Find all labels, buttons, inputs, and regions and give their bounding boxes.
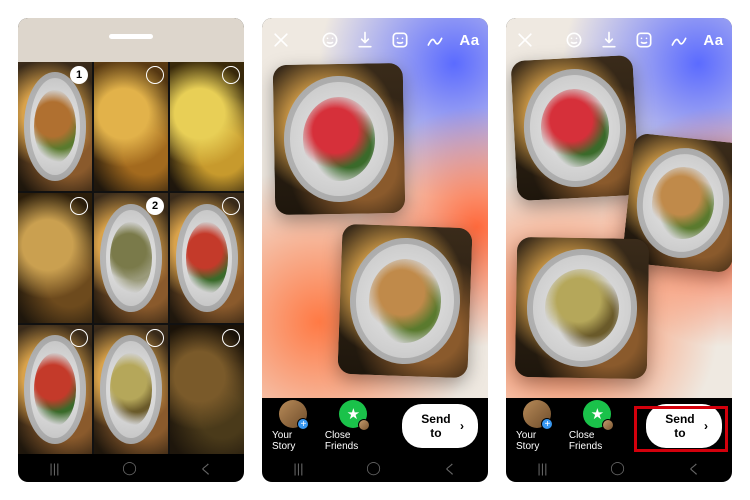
text-icon[interactable]: Aa [459, 29, 480, 51]
story-photo-tile[interactable] [337, 224, 472, 378]
android-nav-bar: ||| ◯ く [506, 454, 732, 482]
story-photo-tile[interactable] [273, 63, 406, 215]
drag-handle-icon[interactable] [109, 34, 153, 39]
gallery-photo[interactable] [18, 193, 92, 322]
nav-back-icon[interactable]: く [200, 459, 213, 478]
selection-badge: 1 [70, 66, 88, 84]
send-to-label: Send to [416, 412, 456, 440]
story-actions-bar: + Your Story ★ Close Friends Send to › [506, 398, 732, 454]
gallery-photo[interactable]: 1 [18, 62, 92, 191]
chevron-right-icon: › [704, 419, 708, 433]
star-icon: ★ [347, 405, 360, 423]
sticker-icon[interactable] [389, 29, 410, 51]
selection-badge [222, 197, 240, 215]
screen-gallery-picker: 1 2 [18, 18, 244, 482]
android-nav-bar: ||| ◯ く [262, 454, 488, 482]
send-to-label: Send to [660, 412, 700, 440]
draw-icon[interactable] [668, 29, 689, 51]
gallery-sheet: 1 2 [18, 18, 244, 454]
gallery-photo[interactable] [18, 325, 92, 454]
gallery-photo[interactable] [170, 325, 244, 454]
story-photo-tile[interactable] [515, 237, 649, 379]
close-friends-button[interactable]: ★ Close Friends [325, 400, 382, 452]
close-icon[interactable] [514, 29, 535, 51]
photo-grid: 1 2 [18, 62, 244, 454]
gallery-photo[interactable] [94, 62, 168, 191]
nav-home-icon[interactable]: ◯ [610, 460, 625, 476]
chevron-right-icon: › [460, 419, 464, 433]
nav-recent-icon[interactable]: ||| [293, 461, 303, 476]
selection-badge: 2 [146, 197, 164, 215]
screen-story-editor: Aa + Your Story ★ Close Friends Send to … [262, 18, 488, 482]
nav-home-icon[interactable]: ◯ [122, 460, 137, 476]
nav-recent-icon[interactable]: ||| [49, 461, 59, 476]
selection-badge [222, 329, 240, 347]
your-story-button[interactable]: + Your Story [516, 400, 559, 452]
text-icon[interactable]: Aa [703, 29, 724, 51]
nav-home-icon[interactable]: ◯ [366, 460, 381, 476]
story-photo-tile[interactable] [510, 55, 639, 201]
story-canvas[interactable]: Aa [506, 18, 732, 398]
gallery-photo[interactable] [94, 325, 168, 454]
gallery-photo[interactable]: 2 [94, 193, 168, 322]
close-friends-label: Close Friends [569, 430, 626, 452]
your-story-label: Your Story [516, 430, 559, 452]
send-to-button[interactable]: Send to › [402, 404, 478, 448]
story-actions-bar: + Your Story ★ Close Friends Send to › [262, 398, 488, 454]
selection-badge [146, 329, 164, 347]
gallery-photo[interactable] [170, 193, 244, 322]
android-nav-bar: ||| ◯ く [18, 454, 244, 482]
nav-recent-icon[interactable]: ||| [537, 461, 547, 476]
selection-badge [70, 329, 88, 347]
screen-story-editor-highlighted: Aa + Your Story ★ Close Friends Send to … [506, 18, 732, 482]
your-story-label: Your Story [272, 430, 315, 452]
close-icon[interactable] [270, 29, 291, 51]
your-story-button[interactable]: + Your Story [272, 400, 315, 452]
editor-toolbar: Aa [270, 26, 480, 54]
save-icon[interactable] [598, 29, 619, 51]
send-to-button[interactable]: Send to › [646, 404, 722, 448]
effects-icon[interactable] [563, 29, 584, 51]
nav-back-icon[interactable]: く [444, 459, 457, 478]
gallery-photo[interactable] [170, 62, 244, 191]
editor-toolbar: Aa [514, 26, 724, 54]
selection-badge [70, 197, 88, 215]
save-icon[interactable] [354, 29, 375, 51]
draw-icon[interactable] [424, 29, 445, 51]
selection-badge [222, 66, 240, 84]
nav-back-icon[interactable]: く [688, 459, 701, 478]
star-icon: ★ [591, 405, 604, 423]
sheet-handle-area[interactable] [18, 34, 244, 39]
close-friends-button[interactable]: ★ Close Friends [569, 400, 626, 452]
sticker-icon[interactable] [633, 29, 654, 51]
selection-badge [146, 66, 164, 84]
story-canvas[interactable]: Aa [262, 18, 488, 398]
effects-icon[interactable] [319, 29, 340, 51]
close-friends-label: Close Friends [325, 430, 382, 452]
